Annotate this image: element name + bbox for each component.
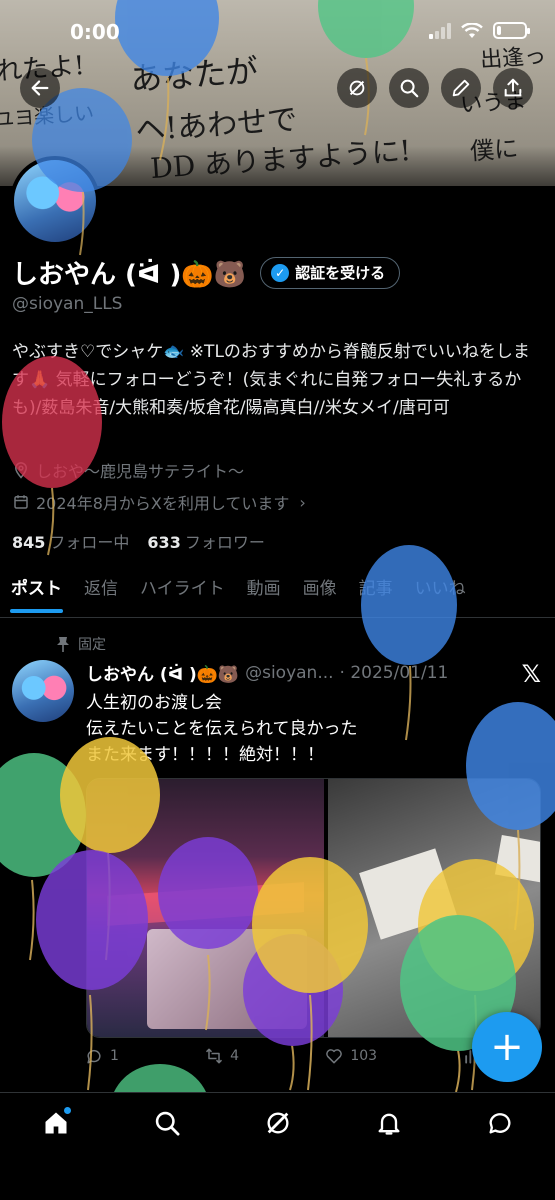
home-notification-dot — [63, 1107, 71, 1114]
repost-button[interactable]: 4 — [204, 1046, 239, 1066]
share-button[interactable] — [493, 68, 533, 108]
reply-button[interactable]: 1 — [84, 1046, 119, 1066]
status-time: 0:00 — [70, 20, 120, 44]
edit-button[interactable] — [441, 68, 481, 108]
followers-label: フォロワー — [184, 533, 265, 552]
tab-replies[interactable]: 返信 — [73, 568, 129, 617]
profile-name: しおやん (ᐛ )🎃🐻 — [12, 260, 247, 290]
post-header: しおやん (ᐛ )🎃🐻 @sioyan... · 2025/01/11 — [86, 660, 449, 686]
pin-icon — [57, 637, 69, 652]
get-verified-label: 認証を受ける — [295, 264, 386, 282]
tab-photos[interactable]: 画像 — [292, 568, 348, 617]
profile-joined[interactable]: 2024年8月からXを利用しています › — [12, 490, 306, 514]
like-count: 103 — [350, 1048, 378, 1064]
grok-button[interactable] — [337, 68, 377, 108]
tab-highlights[interactable]: ハイライト — [129, 568, 236, 617]
verified-badge-icon: ✓ — [271, 263, 290, 282]
reply-count: 1 — [110, 1048, 119, 1064]
pencil-icon — [452, 79, 470, 97]
like-button[interactable]: 103 — [324, 1046, 377, 1066]
following-label: フォロー中 — [49, 533, 130, 552]
follow-stats: 845 フォロー中 633 フォロワー — [12, 529, 265, 553]
get-verified-button[interactable]: ✓ 認証を受ける — [260, 256, 401, 289]
pinned-indicator: 固定 — [56, 634, 106, 654]
bell-icon — [378, 1113, 399, 1135]
post-author-avatar[interactable] — [12, 660, 74, 722]
post-author-handle[interactable]: @sioyan... — [245, 663, 333, 683]
search-icon — [155, 1111, 179, 1136]
location-text: しおや～鹿児島サテライト～ — [36, 462, 245, 481]
repost-icon — [206, 1048, 223, 1064]
reply-icon — [87, 1050, 101, 1064]
x-logo-icon: 𝕏 — [521, 660, 541, 688]
balloon — [0, 753, 86, 961]
nav-messages[interactable] — [475, 1109, 525, 1149]
nav-notifications[interactable] — [364, 1109, 414, 1149]
battery-icon — [493, 22, 530, 39]
search-button[interactable] — [389, 68, 429, 108]
heart-icon — [326, 1049, 343, 1064]
grok-icon — [267, 1112, 288, 1134]
arrow-left-icon — [31, 80, 49, 96]
joined-text: 2024年8月からXを利用しています — [36, 494, 290, 513]
post-media-image-2[interactable] — [328, 779, 540, 1037]
calendar-icon — [14, 495, 28, 509]
tab-articles[interactable]: 記事 — [348, 568, 404, 617]
search-icon — [400, 79, 419, 98]
status-bar: 0:00 — [0, 0, 555, 62]
status-icons — [429, 22, 530, 39]
grok-icon — [349, 80, 365, 96]
post-date: · 2025/01/11 — [339, 662, 449, 683]
followers-link[interactable]: 633 フォロワー — [147, 529, 264, 553]
tab-posts[interactable]: ポスト — [0, 568, 73, 617]
post-media-image-1[interactable] — [87, 779, 325, 1037]
wifi-icon — [461, 22, 483, 38]
profile-bio: やぶすき♡でシャケ🐟 ※TLのおすすめから脊髄反射でいいねをします🙏 気軽にフォ… — [12, 342, 530, 418]
profile-location: しおや～鹿児島サテライト～ — [12, 458, 244, 482]
chevron-right-icon: › — [299, 492, 306, 512]
message-icon — [489, 1113, 510, 1134]
signal-icon — [429, 22, 451, 39]
post-text[interactable]: 人生初のお渡し会 伝えたいことを伝えられて良かった また来ます！！！！絶対！！！ — [86, 690, 536, 768]
pinned-label: 固定 — [78, 637, 106, 653]
nav-grok[interactable] — [253, 1109, 303, 1149]
location-pin-icon — [14, 462, 28, 479]
back-button[interactable] — [20, 68, 60, 108]
tab-likes[interactable]: いいね — [404, 568, 477, 617]
followers-count: 633 — [147, 533, 181, 552]
post-media[interactable] — [86, 778, 541, 1038]
tab-videos[interactable]: 動画 — [236, 568, 292, 617]
post-actions: 1 4 103 5995 — [84, 1046, 524, 1066]
post-author-name[interactable]: しおやん (ᐛ )🎃🐻 — [86, 660, 239, 685]
share-icon — [504, 78, 522, 97]
following-link[interactable]: 845 フォロー中 — [12, 529, 129, 553]
nav-home[interactable] — [31, 1107, 81, 1149]
repost-count: 4 — [230, 1048, 240, 1064]
following-count: 845 — [12, 533, 46, 552]
compose-button[interactable]: + — [472, 1012, 542, 1082]
profile-handle: @sioyan_LLS — [12, 294, 123, 314]
bottom-nav — [0, 1092, 555, 1200]
profile-avatar[interactable] — [10, 156, 100, 246]
profile-tabs: ポスト 返信 ハイライト 動画 画像 記事 いいね — [0, 568, 555, 618]
nav-explore[interactable] — [142, 1109, 192, 1149]
profile-name-row: しおやん (ᐛ )🎃🐻 ✓ 認証を受ける — [12, 254, 401, 291]
